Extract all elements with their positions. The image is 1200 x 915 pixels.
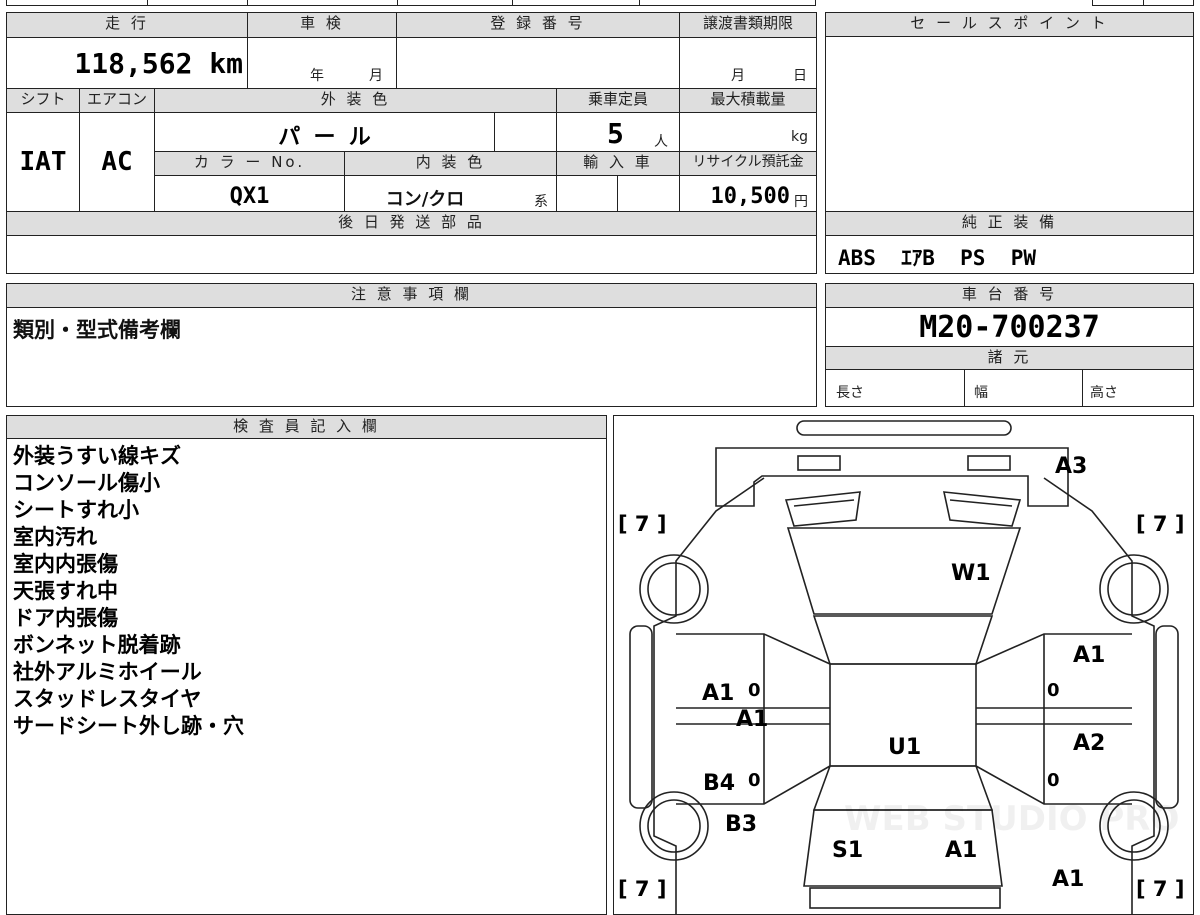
caution-notes-value: 類別・型式備考欄 (13, 318, 181, 342)
interior-color-suffix: 系 (534, 194, 548, 210)
recycle-deposit-value: 10,500 (710, 184, 790, 209)
transfer-deadline-label: 譲渡書類期限 (680, 13, 816, 37)
damage-mark: S1 (832, 838, 863, 863)
standard-equipment-panel: 純 正 装 備 ABS ｴｱB PS PW (825, 211, 1194, 274)
tire-mark-front-left: [ 7 ] (618, 512, 666, 536)
door-mark: 0 (1047, 770, 1060, 791)
inspector-note: スタッドレスタイヤ (13, 687, 202, 711)
inspector-note: 社外アルミホイール (13, 660, 202, 684)
inspector-notes-label: 検 査 員 記 入 欄 (7, 416, 606, 439)
vehicle-spec-panel: 走 行 車 検 登 録 番 号 譲渡書類期限 118,562 km 年 月 月 … (6, 12, 817, 212)
later-parts-panel: 後 日 発 送 部 品 (6, 211, 817, 274)
inspector-notes-list: 外装うすい線キズ コンソール傷小 シートすれ小 室内汚れ 室内内張傷 天張すれ中… (13, 443, 244, 740)
damage-mark: B3 (725, 812, 757, 837)
capacity-label: 乗車定員 (557, 89, 679, 112)
capacity-value: 5 (607, 117, 624, 150)
ac-value: AC (101, 147, 133, 177)
inspector-note: サードシート外し跡・穴 (13, 714, 244, 738)
mileage-label: 走 行 (7, 13, 247, 37)
damage-mark: W1 (951, 561, 991, 586)
max-load-unit: kg (791, 129, 808, 145)
inspector-note: コンソール傷小 (13, 471, 160, 495)
inspector-note: 天張すれ中 (13, 579, 118, 603)
max-load-label: 最大積載量 (680, 89, 816, 112)
tire-mark-rear-left: [ 7 ] (618, 877, 666, 901)
ac-label: エアコン (80, 89, 154, 112)
damage-mark: U1 (888, 735, 921, 760)
damage-mark: A1 (736, 707, 768, 732)
damage-mark: A1 (702, 681, 734, 706)
inspector-notes-panel: 検 査 員 記 入 欄 外装うすい線キズ コンソール傷小 シートすれ小 室内汚れ… (6, 415, 607, 915)
damage-mark: A2 (1073, 731, 1105, 756)
damage-mark: A1 (1052, 867, 1084, 892)
chassis-number-label: 車 台 番 号 (826, 284, 1193, 308)
door-mark: 0 (748, 680, 761, 701)
inspector-note: 外装うすい線キズ (13, 444, 181, 468)
watermark: WEB STUDIO PRO (844, 799, 1179, 839)
color-no-label: カ ラ ー No. (155, 152, 344, 175)
mileage-value: 118,562 km (74, 47, 243, 80)
import-label: 輸 入 車 (557, 152, 679, 175)
chassis-number-panel: 車 台 番 号 M20-700237 諸 元 長さ 幅 高さ (825, 283, 1194, 407)
shift-value: IAT (19, 147, 67, 177)
inspector-note: ボンネット脱着跡 (13, 633, 181, 657)
inspector-note: 室内汚れ (13, 525, 97, 549)
inspection-month: 月 (369, 68, 383, 84)
damage-diagram-panel: [ 7 ] [ 7 ] [ 7 ] [ 7 ] A3 W1 A1 A1 A1 A… (613, 415, 1194, 915)
specifications-label: 諸 元 (826, 347, 1193, 370)
later-parts-label: 後 日 発 送 部 品 (7, 212, 816, 236)
capacity-unit: 人 (654, 134, 668, 150)
inspector-note: シートすれ小 (13, 498, 139, 522)
color-no-value: QX1 (229, 184, 270, 209)
length-label: 長さ (836, 385, 864, 401)
standard-equipment-value: ABS ｴｱB PS PW (838, 246, 1037, 270)
damage-mark: A1 (945, 838, 977, 863)
door-mark: 0 (1047, 680, 1060, 701)
sales-point-label: セ ー ル ス ポ イ ン ト (826, 13, 1193, 37)
transfer-month: 月 (731, 68, 745, 84)
damage-mark: B4 (703, 771, 735, 796)
car-diagram: [ 7 ] [ 7 ] [ 7 ] [ 7 ] A3 W1 A1 A1 A1 A… (618, 420, 1184, 914)
top-strip (6, 0, 816, 6)
inspector-note: ドア内張傷 (13, 606, 118, 630)
caution-notes-panel: 注 意 事 項 欄 類別・型式備考欄 (6, 283, 817, 407)
registration-label: 登 録 番 号 (397, 13, 679, 37)
height-label: 高さ (1090, 385, 1118, 401)
interior-color-value: コン/クロ (385, 189, 465, 210)
sales-point-panel: セ ー ル ス ポ イ ン ト (825, 12, 1194, 212)
transfer-day: 日 (793, 68, 807, 84)
standard-equipment-label: 純 正 装 備 (826, 212, 1193, 236)
chassis-number-value: M20-700237 (919, 310, 1100, 345)
door-mark: 0 (748, 770, 761, 791)
damage-mark: A3 (1055, 454, 1087, 479)
tire-mark-rear-right: [ 7 ] (1136, 877, 1184, 901)
exterior-color-label: 外 装 色 (155, 89, 556, 112)
width-label: 幅 (974, 385, 988, 401)
tire-mark-front-right: [ 7 ] (1136, 512, 1184, 536)
inspector-note: 室内内張傷 (13, 552, 118, 576)
caution-notes-label: 注 意 事 項 欄 (7, 284, 816, 308)
damage-mark: A1 (1073, 643, 1105, 668)
inspection-label: 車 検 (248, 13, 396, 37)
shift-label: シフト (7, 89, 79, 112)
interior-color-label: 内 装 色 (345, 152, 556, 175)
exterior-color-value: パ ー ル (278, 125, 371, 150)
inspection-year: 年 (310, 68, 324, 84)
recycle-deposit-label: リサイクル預託金 (680, 152, 816, 175)
top-strip-right (1092, 0, 1194, 6)
recycle-deposit-unit: 円 (794, 194, 808, 210)
